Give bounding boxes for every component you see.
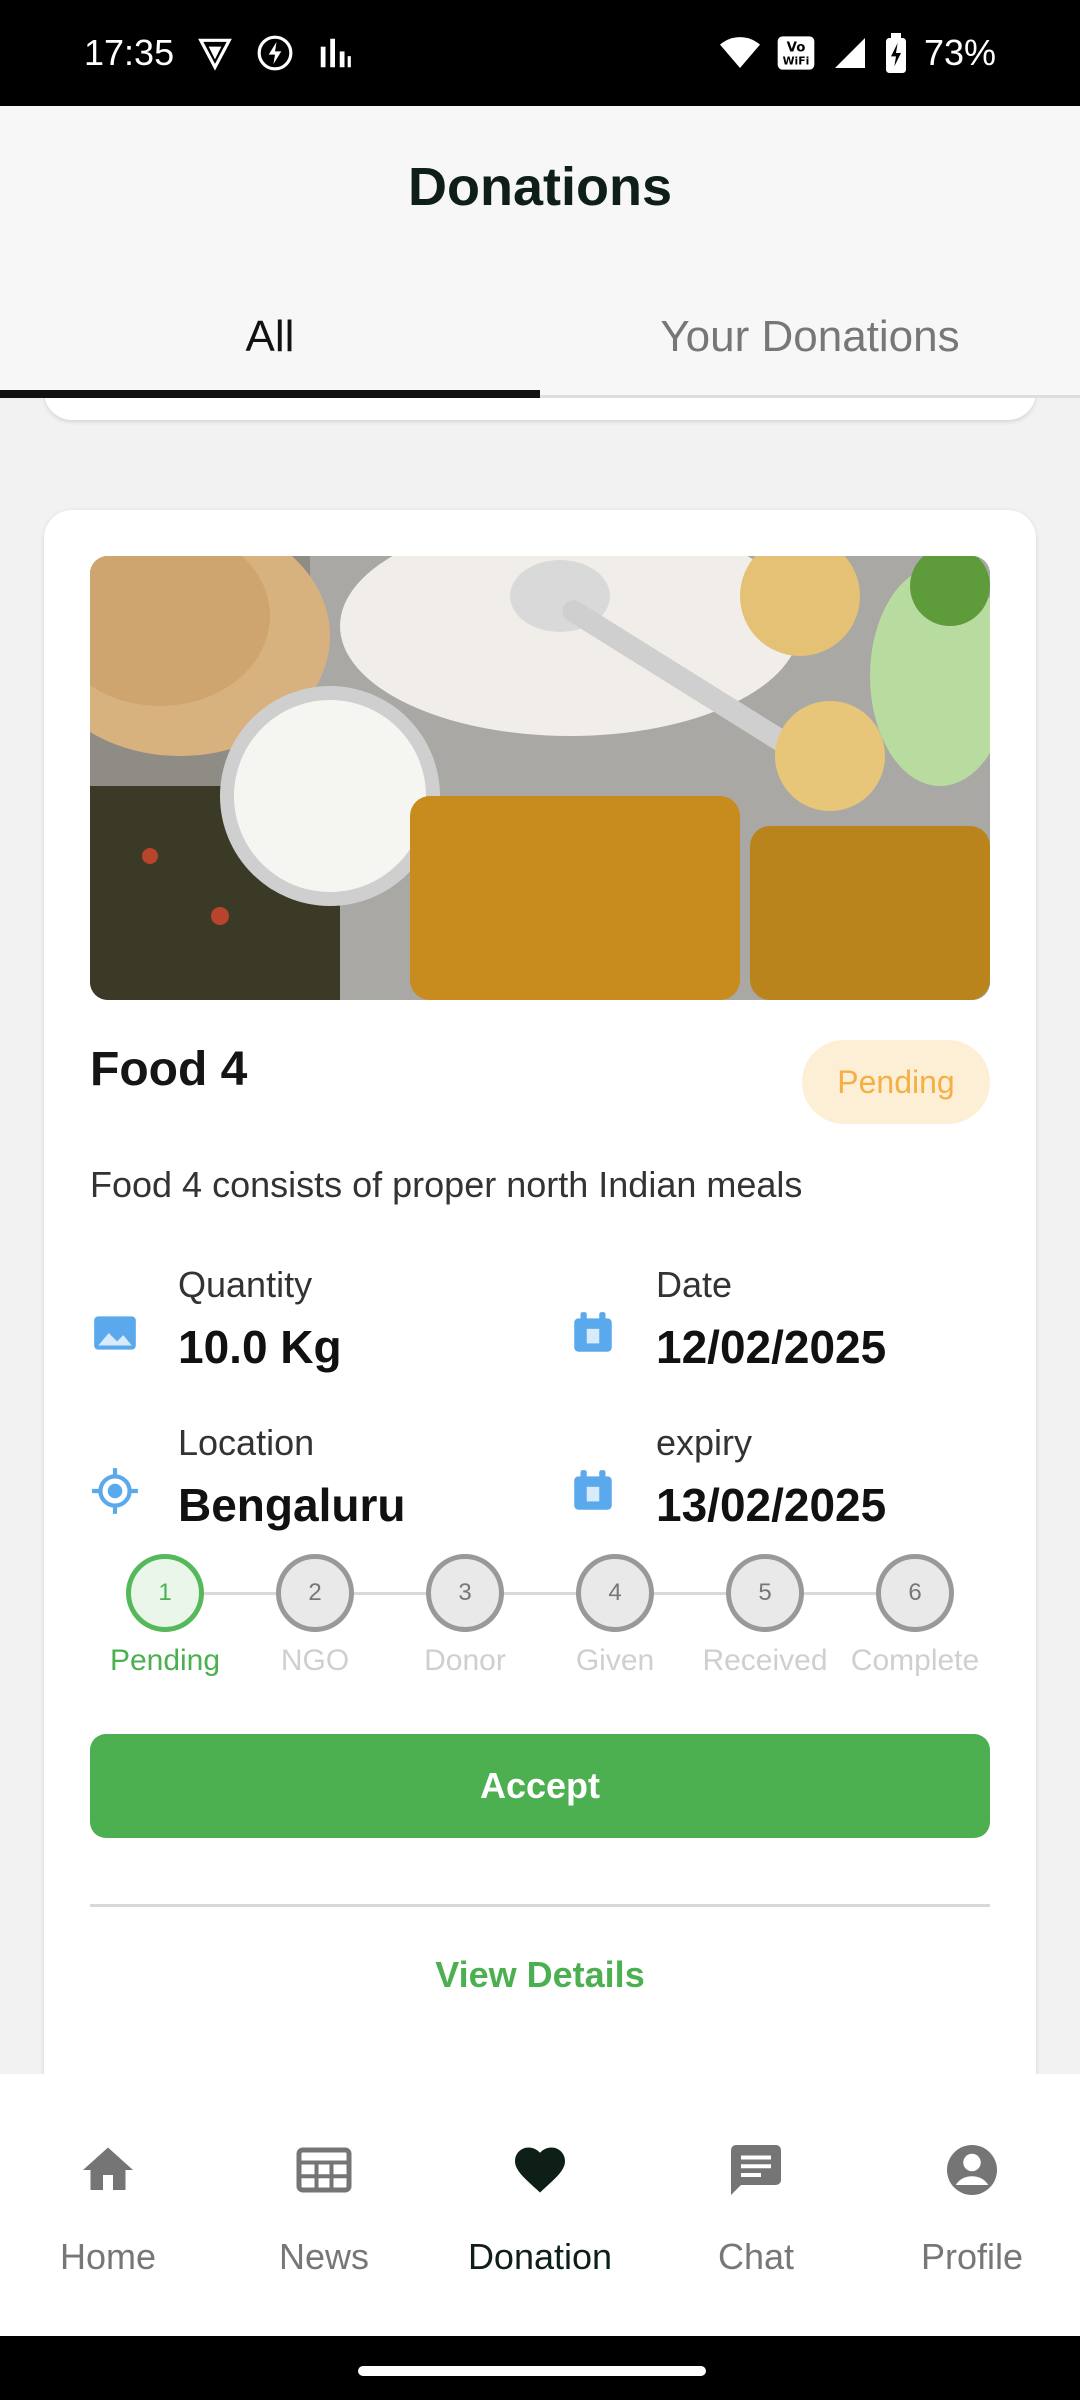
tab-your-donations[interactable]: Your Donations xyxy=(540,278,1080,395)
app-header: Donations All Your Donations xyxy=(0,106,1080,398)
donation-list[interactable]: Food 4 Pending Food 4 consists of proper… xyxy=(0,398,1080,2074)
step-number: 4 xyxy=(576,1554,654,1632)
food-description: Food 4 consists of proper north Indian m… xyxy=(90,1164,803,1205)
svg-text:WiFi: WiFi xyxy=(783,55,810,68)
step-number: 5 xyxy=(726,1554,804,1632)
battery-icon xyxy=(884,33,908,73)
nav-chat[interactable]: Chat xyxy=(648,2074,864,2336)
tab-all[interactable]: All xyxy=(0,278,540,398)
charging-flash-icon xyxy=(256,34,294,72)
nav-news[interactable]: News xyxy=(216,2074,432,2336)
step-ngo: 2 NGO xyxy=(240,1554,390,1678)
previous-card-edge xyxy=(44,398,1036,420)
food-thali-image xyxy=(90,556,990,1000)
nav-label: Chat xyxy=(717,2236,795,2277)
signal-bars-icon xyxy=(316,34,354,72)
expiry-info: expiry 13/02/2025 xyxy=(568,1422,988,1542)
step-number: 2 xyxy=(276,1554,354,1632)
calendar-icon xyxy=(568,1308,618,1358)
nav-label: Donation xyxy=(467,2236,613,2277)
expiry-value: 13/02/2025 xyxy=(656,1479,887,1531)
vpn-icon xyxy=(196,34,234,72)
step-label: Complete xyxy=(850,1644,980,1677)
step-donor: 3 Donor xyxy=(390,1554,540,1678)
nav-donation[interactable]: Donation xyxy=(432,2074,648,2336)
status-bar: 17:35 Vo WiFi 73% xyxy=(0,0,1080,106)
view-details-link[interactable]: View Details xyxy=(44,1954,1036,1996)
battery-percent: 73% xyxy=(923,32,996,73)
step-number: 1 xyxy=(126,1554,204,1632)
nav-label: Home xyxy=(59,2236,157,2277)
quantity-label: Quantity xyxy=(178,1264,313,1305)
page-title: Donations xyxy=(408,157,672,217)
location-label: Location xyxy=(178,1422,315,1463)
location-value: Bengaluru xyxy=(178,1479,406,1531)
nav-profile[interactable]: Profile xyxy=(864,2074,1080,2336)
bottom-navigation: Home News Donation Chat Profile xyxy=(0,2074,1080,2336)
step-given: 4 Given xyxy=(540,1554,690,1678)
status-stepper: 1 Pending 2 NGO 3 Donor 4 Given 5 Receiv… xyxy=(90,1554,990,1694)
image-icon xyxy=(90,1308,140,1358)
food-title: Food 4 xyxy=(90,1043,248,1096)
step-label: NGO xyxy=(280,1644,350,1677)
card-divider xyxy=(90,1904,990,1907)
heart-icon xyxy=(515,2147,565,2193)
svg-text:Vo: Vo xyxy=(787,40,806,55)
date-info: Date 12/02/2025 xyxy=(568,1264,988,1384)
location-target-icon xyxy=(90,1466,140,1516)
nav-label: News xyxy=(278,2236,370,2277)
date-label: Date xyxy=(656,1264,733,1305)
donation-card: Food 4 Pending Food 4 consists of proper… xyxy=(44,510,1036,2074)
home-gesture-handle[interactable] xyxy=(358,2366,706,2376)
accept-button[interactable]: Accept xyxy=(90,1734,990,1838)
step-pending: 1 Pending xyxy=(90,1554,240,1678)
step-label: Pending xyxy=(109,1644,221,1677)
step-label: Given xyxy=(575,1644,655,1677)
quantity-value: 10.0 Kg xyxy=(178,1321,342,1373)
status-right: Vo WiFi 73% xyxy=(719,32,996,74)
step-label: Donor xyxy=(424,1644,506,1677)
home-icon xyxy=(83,2147,133,2190)
step-label: Received xyxy=(702,1644,828,1677)
status-badge: Pending xyxy=(802,1040,990,1124)
tab-bar: All Your Donations xyxy=(0,278,1080,398)
wifi-icon xyxy=(719,35,760,71)
step-number: 6 xyxy=(876,1554,954,1632)
calendar-icon xyxy=(568,1466,618,1516)
nav-label: Profile xyxy=(920,2236,1024,2277)
news-icon xyxy=(296,2147,352,2193)
step-received: 5 Received xyxy=(690,1554,840,1678)
location-info: Location Bengaluru xyxy=(90,1422,510,1542)
step-number: 3 xyxy=(426,1554,504,1632)
step-complete: 6 Complete xyxy=(840,1554,990,1678)
cell-signal-icon xyxy=(832,35,868,71)
profile-icon xyxy=(947,2145,997,2195)
chat-icon xyxy=(731,2145,781,2195)
date-value: 12/02/2025 xyxy=(656,1321,887,1373)
nav-home[interactable]: Home xyxy=(0,2074,216,2336)
quantity-info: Quantity 10.0 Kg xyxy=(90,1264,510,1384)
status-time: 17:35 xyxy=(84,32,175,73)
expiry-label: expiry xyxy=(656,1422,753,1463)
status-left: 17:35 xyxy=(84,32,354,74)
vowifi-icon: Vo WiFi xyxy=(776,33,816,73)
